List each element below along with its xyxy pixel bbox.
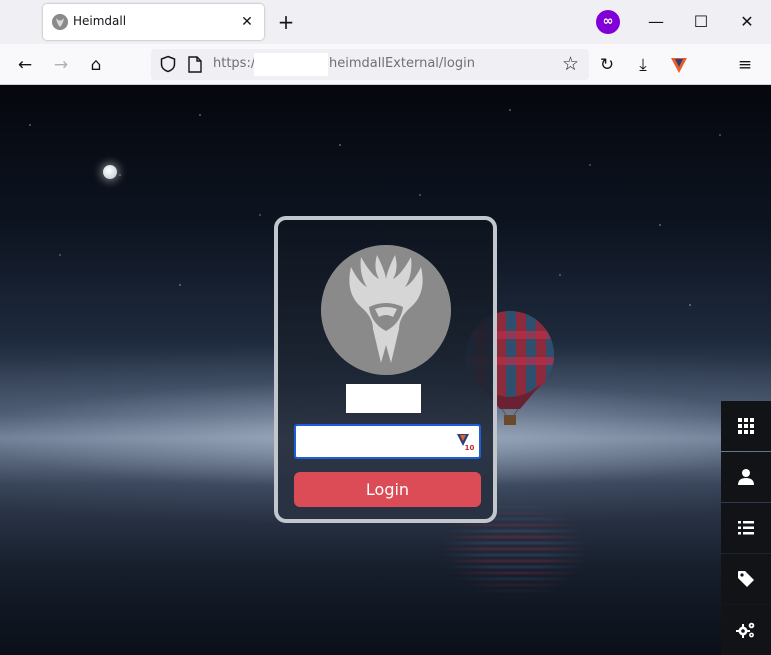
reload-icon[interactable]: ↻ [595,53,619,77]
bookmark-star-icon[interactable]: ☆ [562,54,579,74]
tab-title: Heimdall [73,14,127,28]
login-card: 10 Login [274,216,497,523]
side-menu-tags[interactable] [721,554,771,604]
url-path: heimdallExternal/login [329,56,475,71]
forward-arrow-icon[interactable]: → [49,53,73,77]
heimdall-logo-icon [321,245,451,375]
password-input[interactable] [294,424,481,459]
password-manager-extension-icon[interactable]: 10 [456,433,474,451]
side-menu [721,401,771,655]
back-arrow-icon[interactable]: ← [13,53,37,77]
grid-apps-icon [738,418,754,434]
url-prefix: https:/ [213,56,256,71]
minimize-icon[interactable]: — [642,8,670,36]
side-menu-user[interactable] [721,452,771,502]
svg-text:10: 10 [465,444,474,451]
login-button[interactable]: Login [294,472,481,507]
settings-gears-icon [736,622,755,638]
tab-strip: Heimdall ✕ + ∞ — ☐ ✕ [0,0,771,44]
page-background: 10 Login [0,85,771,655]
downloads-icon[interactable]: ⤓ [631,53,655,77]
app-menu-icon[interactable]: ≡ [733,53,757,77]
tag-icon [738,571,754,587]
navigation-toolbar: ← → ⌂ https:/ heimdallExternal/login ☆ ↻… [0,44,771,85]
moon-image [103,165,117,179]
heimdall-favicon-icon [52,14,68,30]
user-icon [738,469,754,485]
tab-heimdall[interactable]: Heimdall ✕ [43,4,264,40]
side-menu-settings[interactable] [721,605,771,655]
url-bar[interactable]: https:/ heimdallExternal/login ☆ [151,49,589,80]
tab-close-icon[interactable]: ✕ [238,13,256,31]
vivaldi-extension-icon[interactable] [667,53,691,77]
page-info-icon[interactable] [188,56,202,73]
new-tab-icon[interactable]: + [276,12,296,32]
list-icon [738,521,754,535]
home-icon[interactable]: ⌂ [84,53,108,77]
url-redacted-host [254,53,328,76]
side-menu-apps[interactable] [721,401,771,451]
private-browsing-mask-icon: ∞ [596,10,620,34]
maximize-icon[interactable]: ☐ [687,8,715,36]
username-redacted-box [346,384,421,413]
tracking-shield-icon[interactable] [159,55,177,73]
window-close-icon[interactable]: ✕ [733,8,761,36]
side-menu-list[interactable] [721,503,771,553]
